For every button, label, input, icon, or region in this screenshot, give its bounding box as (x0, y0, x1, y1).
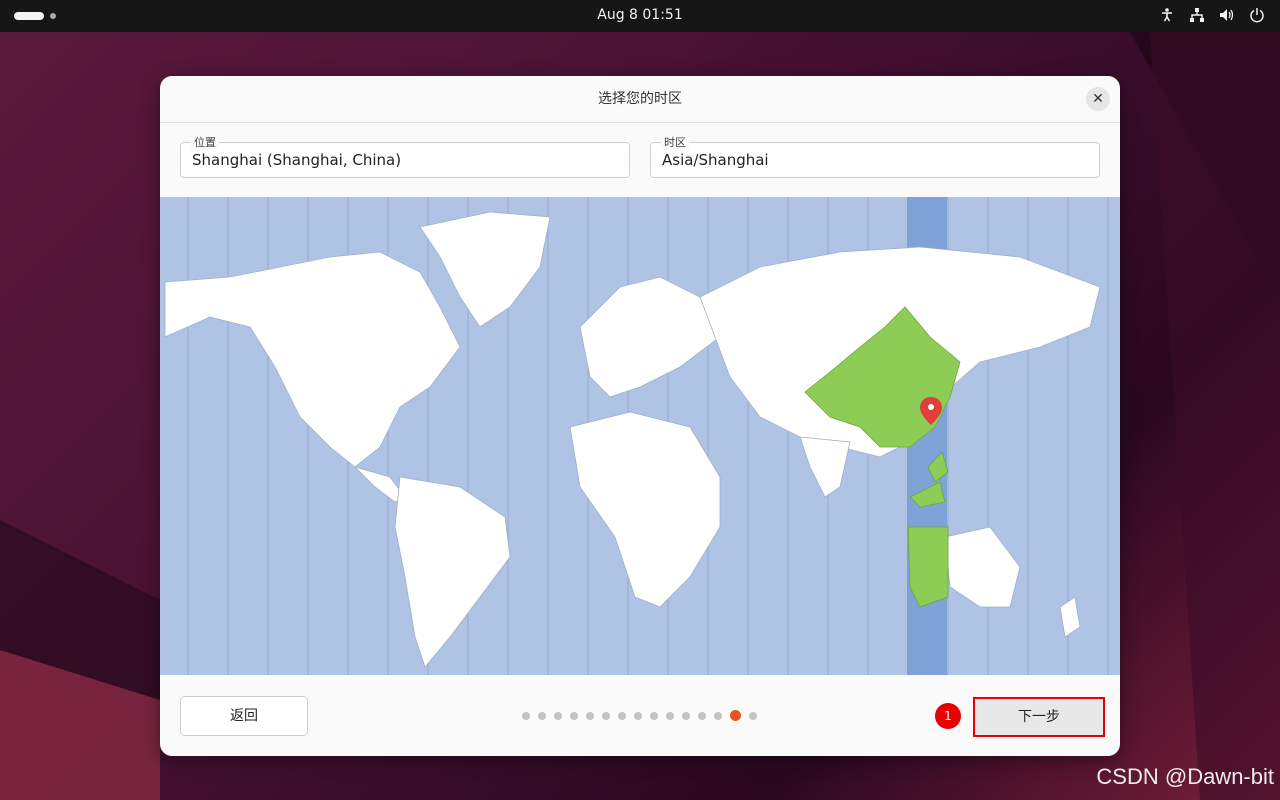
step-dot (634, 711, 642, 720)
step-dot (554, 711, 562, 720)
step-dot (538, 711, 546, 720)
dialog-title: 选择您的时区 (160, 76, 1120, 123)
step-indicator (522, 710, 757, 721)
step-dot (714, 711, 722, 720)
step-dot (570, 711, 578, 720)
timezone-field[interactable]: 时区 Asia/Shanghai (650, 134, 1100, 178)
dialog-footer: 返回 1 下一步 (160, 675, 1120, 756)
volume-icon[interactable] (1218, 6, 1236, 24)
watermark: CSDN @Dawn-bit (1096, 764, 1274, 789)
step-dot (698, 711, 706, 720)
continents (164, 211, 1101, 668)
accessibility-icon[interactable] (1158, 6, 1176, 24)
back-button[interactable]: 返回 (180, 696, 308, 736)
world-map[interactable] (160, 197, 1120, 675)
step-dot (682, 711, 690, 720)
clock[interactable]: Aug 8 01:51 (0, 7, 1280, 23)
step-dot-current (730, 710, 741, 721)
timezone-dialog: 选择您的时区 ✕ 位置 Shanghai (Shanghai, China) 时… (160, 76, 1120, 756)
timezone-map[interactable] (160, 197, 1120, 675)
next-button[interactable]: 下一步 (973, 697, 1105, 737)
step-dot (586, 711, 594, 720)
timezone-label: 时区 (661, 134, 689, 150)
step-dot (522, 711, 530, 720)
step-dot (749, 711, 757, 720)
step-dot (602, 711, 610, 720)
top-bar: Aug 8 01:51 (0, 0, 1280, 32)
step-dot (618, 711, 626, 720)
system-tray[interactable] (1158, 6, 1266, 24)
step-dot (650, 711, 658, 720)
annotation-badge: 1 (935, 703, 961, 729)
location-input[interactable]: Shanghai (Shanghai, China) (192, 151, 401, 169)
close-icon: ✕ (1092, 91, 1104, 107)
step-dot (666, 711, 674, 720)
location-field[interactable]: 位置 Shanghai (Shanghai, China) (180, 134, 630, 178)
location-label: 位置 (191, 134, 219, 150)
power-icon[interactable] (1248, 6, 1266, 24)
network-icon[interactable] (1188, 6, 1206, 24)
timezone-input[interactable]: Asia/Shanghai (662, 151, 769, 169)
close-button[interactable]: ✕ (1086, 87, 1110, 111)
